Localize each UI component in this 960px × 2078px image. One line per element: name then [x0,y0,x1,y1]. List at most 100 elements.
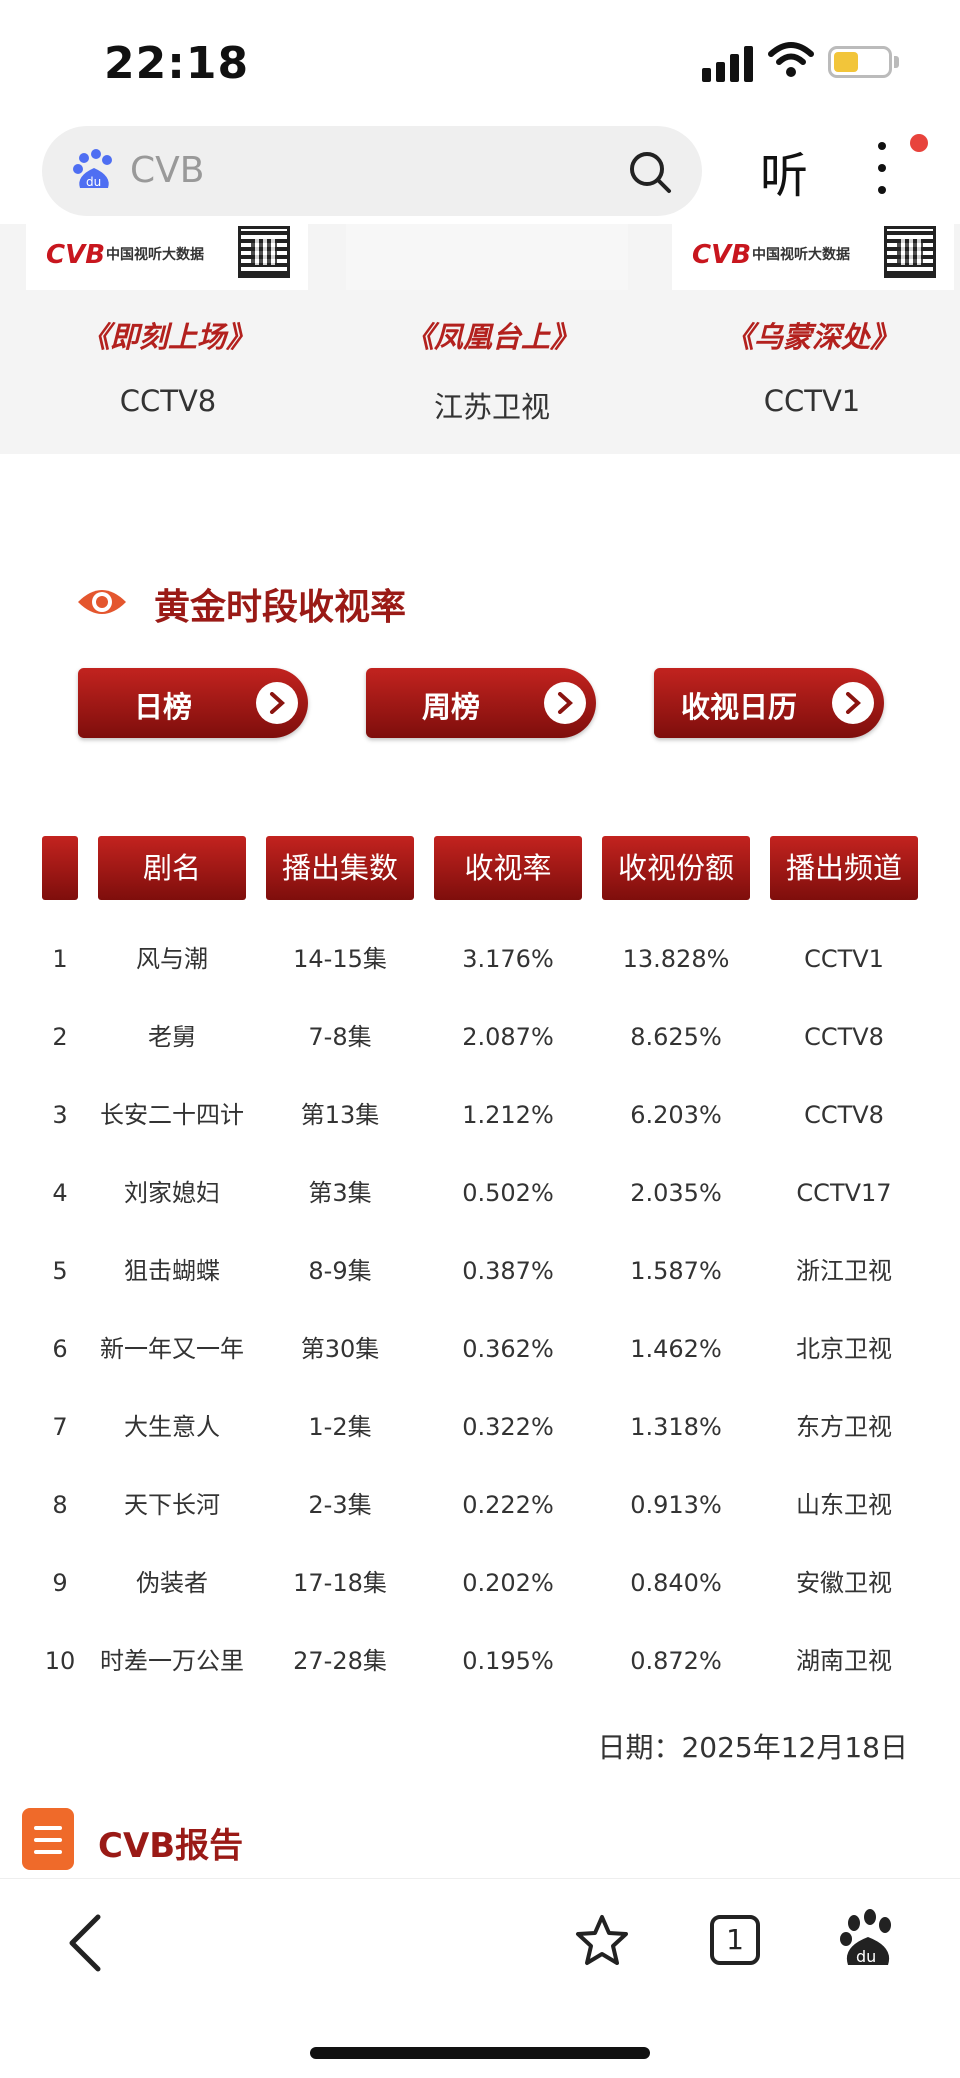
rank-cell: 3 [52,1101,68,1129]
cvb-logo-subtitle: 中国视听大数据 [106,247,204,263]
rank-cell: 1 [52,945,68,973]
battery-tip [894,56,899,68]
table-row[interactable]: 8 天下长河 2-3集 0.222% 0.913% 山东卫视 [0,1466,960,1544]
rating-cell: 0.195% [462,1647,554,1675]
share-cell: 2.035% [630,1179,722,1207]
share-cell: 0.913% [630,1491,722,1519]
rating-cell: 0.502% [462,1179,554,1207]
search-bar[interactable]: du CVB [42,126,702,216]
table-header-share: 收视份额 [602,836,750,900]
svg-text:du: du [86,175,101,189]
bottom-navigation: 1 du [0,1878,960,2078]
rating-cell: 0.362% [462,1335,554,1363]
table-header-rating: 收视率 [434,836,582,900]
rank-cell: 8 [52,1491,68,1519]
table-header-rank [42,836,78,900]
star-bookmark-icon[interactable] [574,1913,630,1969]
share-cell: 8.625% [630,1023,722,1051]
share-cell: 13.828% [622,945,730,973]
cvb-logo-subtitle: 中国视听大数据 [752,247,850,263]
listen-button[interactable]: 听 [760,136,808,206]
episodes-cell: 8-9集 [308,1257,372,1285]
cvb-logo: CVB [692,240,752,270]
table-row[interactable]: 5 狙击蝴蝶 8-9集 0.387% 1.587% 浙江卫视 [0,1232,960,1310]
table-header-title: 剧名 [98,836,246,900]
title-cell: 天下长河 [124,1491,220,1519]
rank-cell: 4 [52,1179,68,1207]
home-indicator [310,2047,650,2059]
episodes-cell: 第3集 [308,1179,372,1207]
channel-cell: 湖南卫视 [796,1647,892,1675]
table-row[interactable]: 3 长安二十四计 第13集 1.212% 6.203% CCTV8 [0,1076,960,1154]
episodes-cell: 27-28集 [293,1647,387,1675]
title-cell: 大生意人 [124,1413,220,1441]
baidu-paw-icon: du [73,149,112,189]
rating-cell: 0.387% [462,1257,554,1285]
rating-cell: 0.222% [462,1491,554,1519]
table-row[interactable]: 1 风与潮 14-15集 3.176% 13.828% CCTV1 [0,920,960,998]
channel-cell: 安徽卫视 [796,1569,892,1597]
rating-calendar-button[interactable]: 收视日历 [654,668,884,738]
share-cell: 0.872% [630,1647,722,1675]
table-row[interactable]: 4 刘家媳妇 第3集 0.502% 2.035% CCTV17 [0,1154,960,1232]
channel-cell: 浙江卫视 [796,1257,892,1285]
title-cell: 刘家媳妇 [124,1179,220,1207]
cvb-logo-card-blank [346,224,628,290]
back-arrow-icon[interactable] [64,1913,108,1973]
rank-cell: 9 [52,1569,68,1597]
notification-dot [910,134,928,152]
daily-ranking-button[interactable]: 日榜 [78,668,308,738]
status-bar: 22:18 [0,0,960,120]
title-cell: 长安二十四计 [100,1101,244,1129]
title-cell: 老舅 [148,1023,196,1051]
episodes-cell: 14-15集 [293,945,387,973]
featured-show-channel: CCTV8 [119,384,217,418]
share-cell: 1.462% [630,1335,722,1363]
table-row[interactable]: 7 大生意人 1-2集 0.322% 1.318% 东方卫视 [0,1388,960,1466]
title-cell: 伪装者 [136,1569,208,1597]
chevron-right-icon [544,682,586,724]
table-row[interactable]: 9 伪装者 17-18集 0.202% 0.840% 安徽卫视 [0,1544,960,1622]
episodes-cell: 第30集 [300,1335,380,1363]
featured-show-channel: 江苏卫视 [433,390,550,424]
button-label: 周榜 [421,690,480,724]
chevron-right-icon [832,682,874,724]
title-cell: 时差一万公里 [100,1647,244,1675]
featured-show-title[interactable]: 《乌蒙深处》 [652,314,960,356]
report-section-title[interactable]: CVB报告 [98,1818,243,1867]
rating-cell: 3.176% [462,945,554,973]
rating-cell: 0.202% [462,1569,554,1597]
channel-cell: CCTV1 [804,945,884,973]
tabs-count-button[interactable]: 1 [710,1915,760,1965]
baidu-home-icon[interactable]: du [838,1909,898,1969]
rank-cell: 7 [52,1413,68,1441]
section-title: 黄金时段收视率 [154,587,407,628]
featured-show-title[interactable]: 《凤凰台上》 [332,314,652,356]
channel-cell: 山东卫视 [796,1491,892,1519]
more-menu-icon[interactable] [870,142,894,198]
title-cell: 风与潮 [136,945,208,973]
table-header-channel: 播出频道 [770,836,918,900]
svg-text:du: du [856,1947,876,1966]
table-row[interactable]: 2 老舅 7-8集 2.087% 8.625% CCTV8 [0,998,960,1076]
episodes-cell: 1-2集 [308,1413,372,1441]
search-icon[interactable] [626,148,674,196]
channel-cell: 东方卫视 [796,1413,892,1441]
search-input[interactable]: CVB [130,150,204,191]
cvb-logo-card: CVB 中国视听大数据 [672,224,954,290]
cvb-logo-card: CVB 中国视听大数据 [26,224,308,290]
featured-show-title[interactable]: 《即刻上场》 [8,314,328,356]
title-cell: 狙击蝴蝶 [124,1257,220,1285]
rank-cell: 10 [44,1647,76,1675]
weekly-ranking-button[interactable]: 周榜 [366,668,596,738]
status-time: 22:18 [104,38,250,89]
data-date: 日期：2025年12月18日 [597,1731,908,1764]
chevron-right-icon [256,682,298,724]
share-cell: 6.203% [630,1101,722,1129]
table-row[interactable]: 10 时差一万公里 27-28集 0.195% 0.872% 湖南卫视 [0,1622,960,1700]
episodes-cell: 7-8集 [308,1023,372,1051]
channel-cell: CCTV17 [796,1179,892,1207]
eye-icon [78,590,126,614]
rating-cell: 2.087% [462,1023,554,1051]
table-row[interactable]: 6 新一年又一年 第30集 0.362% 1.462% 北京卫视 [0,1310,960,1388]
